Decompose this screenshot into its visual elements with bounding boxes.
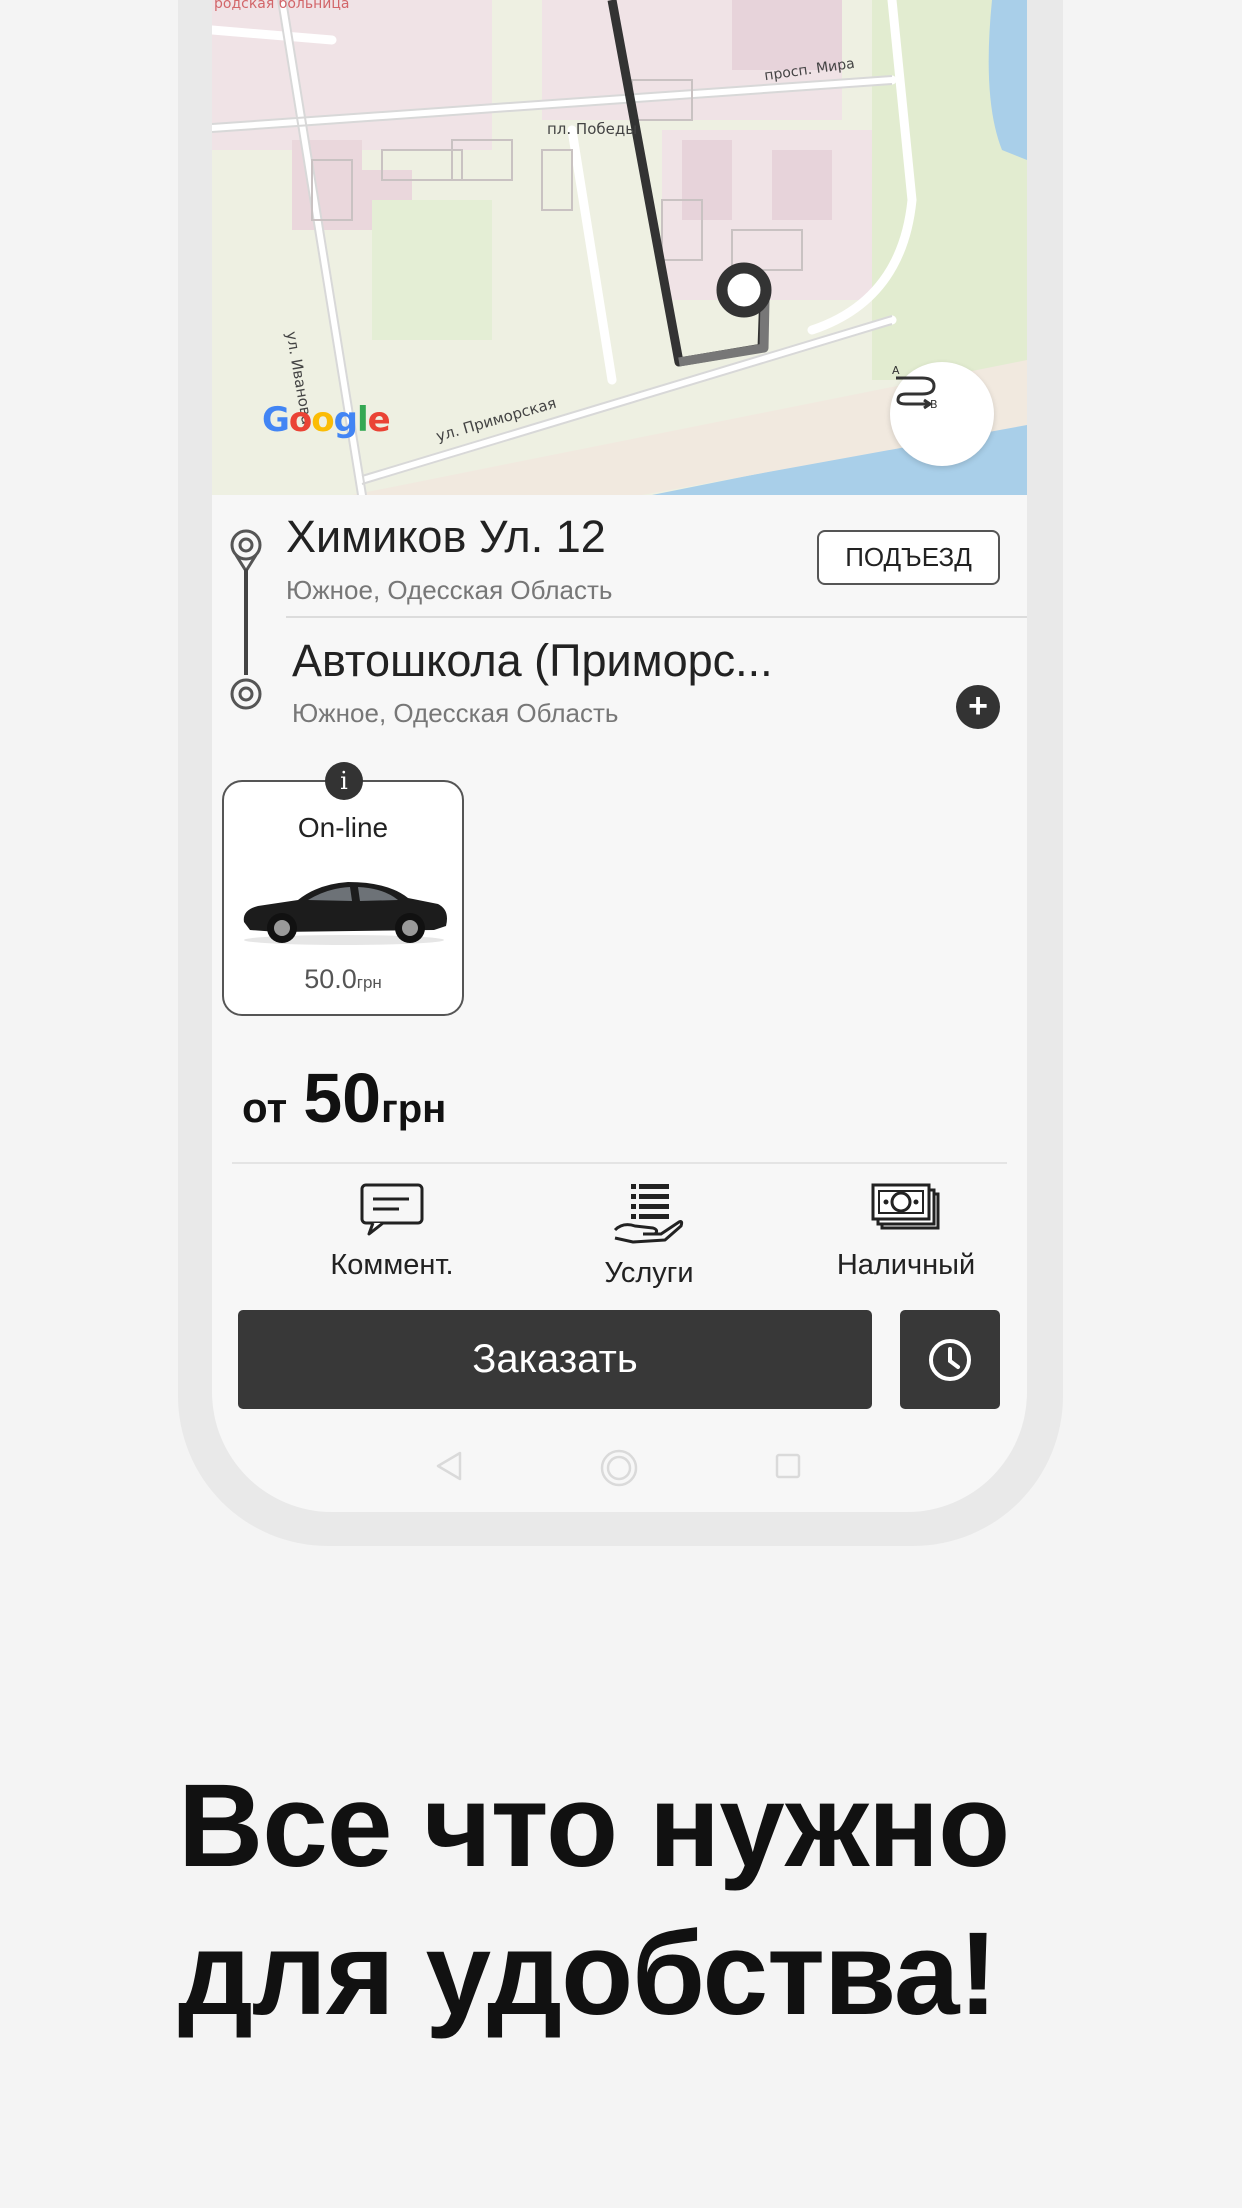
comment-option[interactable]: Коммент. (282, 1182, 502, 1282)
payment-label: Наличный (836, 1249, 976, 1281)
options-divider (232, 1162, 1007, 1164)
map-label-square: пл. Победы (547, 120, 638, 138)
headline-line-2: для удобства! (178, 1908, 998, 2040)
route-ab-icon: A B (892, 364, 938, 410)
car-icon (243, 882, 447, 945)
recents-nav-icon[interactable] (774, 1452, 802, 1480)
tariff-card-online[interactable]: i On-line 50.0грн (222, 762, 464, 1016)
address-divider (286, 616, 1027, 618)
entrance-button[interactable]: ПОДЪЕЗД (817, 530, 1000, 585)
google-logo: Google (262, 400, 391, 440)
pickup-subtitle: Южное, Одесская Область (286, 575, 613, 605)
tariff-info-icon[interactable]: i (325, 762, 363, 800)
estimated-price: от 50грн (242, 1058, 446, 1138)
comment-label: Коммент. (330, 1249, 454, 1281)
system-nav-bar (212, 1446, 1027, 1488)
back-nav-icon[interactable] (434, 1450, 464, 1482)
map-label-hospital: родская больница (214, 0, 350, 12)
svg-text:A: A (892, 364, 900, 377)
phone-screen: родская больница просп. Мира пл. Победы … (212, 0, 1027, 1512)
services-label: Услуги (604, 1257, 694, 1289)
comment-icon (360, 1183, 424, 1236)
headline-line-1: Все что нужно (178, 1760, 1010, 1892)
route-pin-icon (230, 529, 262, 710)
tariff-name: On-line (297, 812, 389, 843)
promo-headline: Все что нужно для удобства! (178, 1752, 1010, 2048)
route-addresses: Химиков Ул. 12 Южное, Одесская Область П… (212, 495, 1027, 765)
add-stop-button[interactable]: + (956, 685, 1000, 729)
map-view[interactable]: родская больница просп. Мира пл. Победы … (212, 0, 1027, 495)
payment-option[interactable]: Наличный (796, 1182, 1016, 1282)
schedule-button[interactable] (900, 1310, 1000, 1409)
services-icon (613, 1184, 684, 1244)
services-option[interactable]: Услуги (539, 1182, 759, 1290)
price-amount: 50 (303, 1059, 382, 1137)
cash-icon (871, 1183, 940, 1230)
route-overview-button[interactable]: A B (890, 362, 994, 466)
destination-title: Автошкола (Приморс... (292, 635, 773, 686)
destination-subtitle: Южное, Одесская Область (292, 698, 619, 728)
price-currency: грн (381, 1087, 447, 1131)
price-prefix: от (242, 1084, 288, 1131)
clock-icon (929, 1338, 971, 1381)
tariff-price: 50.0грн (304, 964, 382, 994)
pickup-title: Химиков Ул. 12 (286, 511, 606, 562)
home-nav-icon[interactable] (599, 1448, 639, 1488)
order-button[interactable]: Заказать (238, 1310, 872, 1409)
